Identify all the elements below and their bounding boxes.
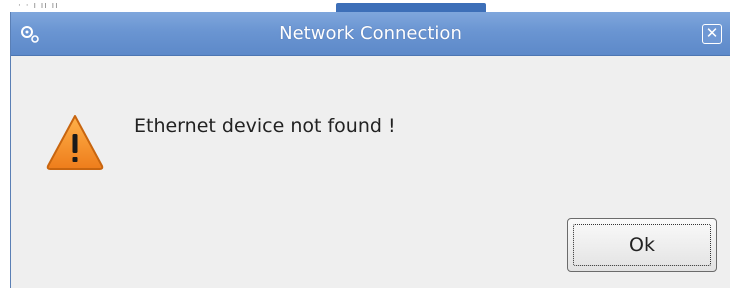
network-connection-dialog: Network Connection ✕ Ethernet device not…: [10, 12, 730, 288]
background-window-strip: · · ı ıı ıı: [0, 0, 730, 12]
close-icon: ✕: [705, 24, 719, 42]
dialog-title: Network Connection: [279, 23, 462, 44]
warning-icon: [46, 115, 104, 170]
close-button[interactable]: ✕: [702, 24, 722, 44]
dialog-message: Ethernet device not found !: [134, 115, 396, 137]
ok-button[interactable]: Ok: [567, 218, 717, 272]
dialog-titlebar[interactable]: Network Connection ✕: [11, 12, 730, 56]
background-tab: [336, 3, 486, 12]
background-text-fragment: · · ı ıı ıı: [18, 1, 59, 11]
ok-button-label: Ok: [573, 224, 711, 266]
